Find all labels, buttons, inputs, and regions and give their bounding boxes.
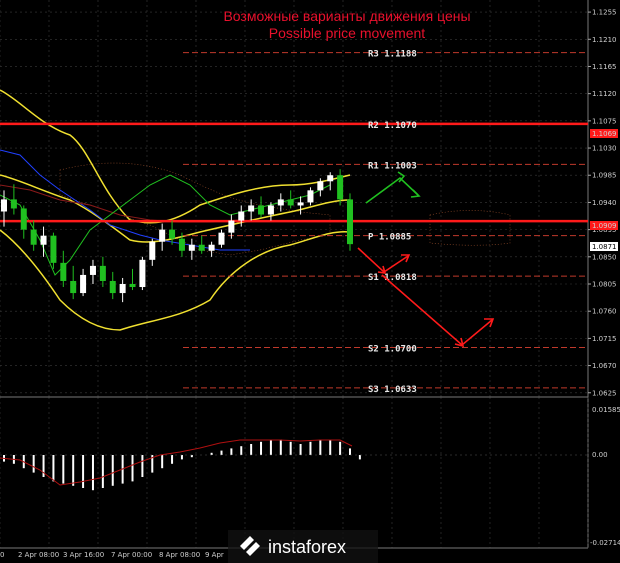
time-label-1: 2 Apr 08:00: [18, 551, 59, 559]
level-label-r3: R3 1.1188: [368, 50, 417, 60]
price-tick: 1.0850: [592, 253, 617, 261]
watermark: instaforex: [228, 530, 378, 563]
price-tick: 1.1210: [592, 36, 617, 44]
candle-body: [178, 238, 185, 251]
candle-body: [50, 235, 57, 263]
time-label-0: 0: [0, 551, 4, 559]
macd-tick-bottom: -0.02714: [590, 539, 620, 547]
macd-tick-top: 0.01585: [592, 406, 620, 414]
candle-body: [188, 244, 195, 251]
price-tick: 1.0670: [592, 362, 617, 370]
level-label-p: P 1.0885: [368, 233, 411, 243]
level-label-s3: S3 1.0633: [368, 385, 417, 395]
price-grid: [0, 0, 589, 548]
candle-body: [70, 280, 77, 294]
candle-body: [40, 235, 47, 245]
ichimoku-lines: [0, 149, 331, 276]
candle-body: [60, 262, 67, 281]
price-marker-current: 1.0871: [592, 243, 617, 251]
candle-body: [169, 229, 176, 239]
bollinger-upper: [0, 89, 351, 224]
price-tick: 1.0805: [592, 281, 617, 289]
candle-body: [248, 205, 255, 212]
candle-body: [80, 274, 87, 294]
price-tick: 1.1255: [592, 9, 617, 17]
candle-body: [307, 190, 314, 203]
macd-axis: 0.01585 0.00 -0.02714: [590, 406, 620, 547]
time-label-4: 8 Apr 08:00: [159, 551, 200, 559]
candle-body: [327, 175, 334, 182]
candle-body: [99, 265, 106, 281]
time-label-3: 7 Apr 00:00: [111, 551, 152, 559]
chikou-line: [0, 174, 331, 276]
time-label-2: 3 Apr 16:00: [63, 551, 104, 559]
candle-body: [139, 259, 146, 288]
watermark-text: instaforex: [268, 537, 346, 557]
price-marker-upper: 1.1069: [592, 130, 617, 138]
candle-body: [238, 211, 245, 221]
candle-body: [208, 244, 215, 251]
price-tick: 1.0985: [592, 172, 617, 180]
price-axis: 1.1255 1.1210 1.1165 1.1120 1.1075 1.1030 1.09…: [588, 9, 617, 397]
bollinger-bands: [0, 89, 351, 331]
price-tick: 1.0715: [592, 335, 617, 343]
candle-body: [317, 181, 324, 191]
chart-title-ru: Возможные варианты движения цены: [223, 8, 470, 24]
macd-tick-zero: 0.00: [592, 451, 608, 459]
candle-body: [10, 199, 17, 209]
candle-body: [159, 229, 166, 242]
price-tick: 1.0625: [592, 389, 617, 397]
level-label-r2: R2 1.1070: [368, 121, 417, 131]
price-marker-mid: 1.0909: [592, 222, 617, 230]
price-tick: 1.0760: [592, 308, 617, 316]
candle-body: [228, 220, 235, 233]
price-tick: 1.1120: [592, 90, 617, 98]
level-label-r1: R1 1.1003: [368, 161, 417, 171]
ichimoku-cloud: [59, 162, 511, 256]
level-label-s2: S2 1.0700: [368, 344, 417, 354]
level-label-s1: S1 1.0818: [368, 273, 417, 283]
candle-body: [337, 175, 344, 200]
candle-body: [20, 208, 27, 230]
candle-body: [1, 199, 7, 212]
candle-body: [267, 205, 274, 215]
candle-body: [277, 199, 284, 206]
forecast-arrows: [357, 171, 495, 348]
candle-body: [258, 205, 265, 215]
price-tick: 1.0940: [592, 199, 617, 207]
candle-body: [89, 265, 96, 275]
price-tick: 1.1075: [592, 117, 617, 125]
macd-grid: [0, 397, 589, 548]
chart-title-en: Possible price movement: [269, 25, 426, 41]
arrow-down-long-red-icon: [381, 274, 493, 347]
price-tick: 1.1165: [592, 63, 617, 71]
chart-canvas[interactable]: Возможные варианты движения цены Possibl…: [0, 0, 620, 563]
candle-body: [129, 284, 136, 288]
candle-body: [30, 229, 37, 245]
candle-body: [198, 244, 205, 251]
candle-body: [218, 232, 225, 245]
candle-body: [149, 241, 156, 260]
candle-body: [347, 199, 353, 245]
candle-body: [287, 199, 294, 206]
candle-body: [119, 284, 126, 294]
candle-body: [109, 280, 116, 294]
candle-body: [297, 202, 304, 206]
price-tick: 1.1030: [592, 145, 617, 153]
time-label-5: 9 Apr: [205, 551, 224, 559]
